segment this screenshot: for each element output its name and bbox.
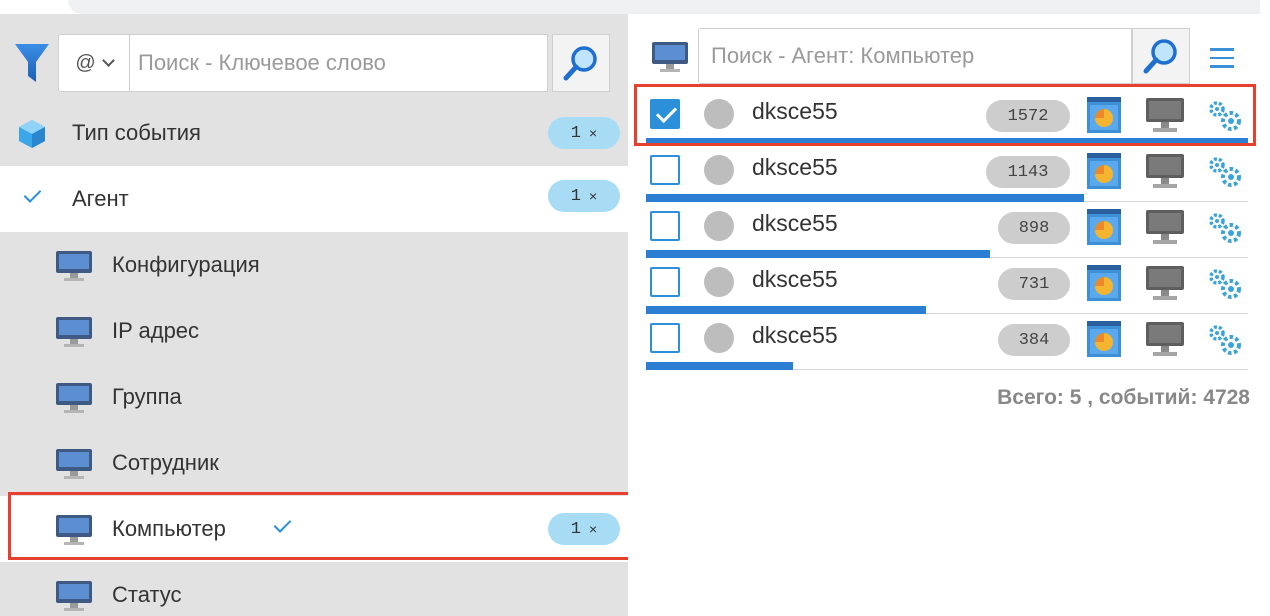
computer-icon[interactable]	[1144, 264, 1186, 304]
agent-search-bar	[628, 14, 1260, 86]
agent-name: dksce55	[752, 154, 838, 180]
monitor-icon	[652, 42, 688, 72]
highlight-box-computer	[8, 492, 632, 560]
event-share-bar	[646, 250, 990, 258]
highlight-box-agent	[634, 84, 1256, 146]
filter-agent[interactable]: Агент 1 ×	[0, 166, 628, 232]
agent-row[interactable]: dksce55 384	[646, 314, 1248, 370]
filter-label: IP адрес	[112, 318, 200, 343]
filter-event-type[interactable]: Тип события 1 ×	[0, 100, 628, 166]
agent-name: dksce55	[752, 322, 838, 348]
cube-icon	[19, 120, 45, 148]
agent-row[interactable]: dksce55 1143	[646, 146, 1248, 202]
monitor-icon	[56, 581, 92, 611]
report-icon[interactable]	[1086, 152, 1122, 190]
agent-name: dksce55	[752, 210, 838, 236]
hamburger-menu-icon[interactable]	[1210, 48, 1234, 68]
top-strip	[68, 0, 1260, 14]
monitor-icon	[56, 317, 92, 347]
settings-gears-icon[interactable]	[1206, 268, 1244, 300]
event-count-badge: 1143	[986, 156, 1070, 188]
agent-row[interactable]: dksce55 731	[646, 258, 1248, 314]
status-dot-icon	[704, 323, 734, 353]
status-dot-icon	[704, 267, 734, 297]
computer-icon[interactable]	[1144, 152, 1186, 192]
search-icon	[1143, 39, 1177, 74]
agent-name: dksce55	[752, 266, 838, 292]
report-icon[interactable]	[1086, 264, 1122, 302]
settings-gears-icon[interactable]	[1206, 212, 1244, 244]
event-count-badge: 898	[998, 212, 1070, 244]
filter-sub-employee[interactable]: Сотрудник	[0, 430, 628, 496]
filter-label: Статус	[112, 582, 182, 607]
filter-label: Агент	[72, 186, 129, 211]
agent-checkbox[interactable]	[650, 155, 680, 185]
status-dot-icon	[704, 211, 734, 241]
event-share-bar	[646, 194, 1084, 202]
agent-checkbox[interactable]	[650, 267, 680, 297]
agent-search-input[interactable]	[698, 28, 1132, 84]
status-dot-icon	[704, 155, 734, 185]
badge-count: 1	[570, 186, 581, 206]
event-share-bar	[646, 306, 926, 314]
funnel-icon[interactable]	[14, 42, 50, 86]
close-icon[interactable]: ×	[589, 188, 597, 204]
filter-label: Тип события	[72, 120, 201, 145]
computer-icon[interactable]	[1144, 320, 1186, 360]
filter-search-bar: @	[0, 14, 628, 100]
event-count-badge: 731	[998, 268, 1070, 300]
report-icon[interactable]	[1086, 208, 1122, 246]
chevron-down-icon	[101, 53, 115, 67]
agent-search-button[interactable]	[1132, 28, 1190, 84]
keyword-search-button[interactable]	[552, 34, 610, 92]
search-mode-value: @	[75, 51, 96, 74]
agent-checkbox[interactable]	[650, 211, 680, 241]
event-count-badge: 384	[998, 324, 1070, 356]
monitor-icon	[56, 251, 92, 281]
agent-row[interactable]: dksce55 898	[646, 202, 1248, 258]
filter-count-badge[interactable]: 1 ×	[548, 180, 620, 212]
event-share-bar	[646, 362, 793, 370]
settings-gears-icon[interactable]	[1206, 156, 1244, 188]
results-panel: dksce551572dksce551143dksce55898dksce557…	[628, 14, 1260, 616]
report-icon[interactable]	[1086, 320, 1122, 358]
keyword-search-input[interactable]	[130, 34, 548, 92]
filter-label: Сотрудник	[112, 450, 219, 475]
filter-sub-status[interactable]: Статус	[0, 562, 628, 616]
total-summary: Всего: 5 , событий: 4728	[997, 386, 1250, 409]
filter-count-badge[interactable]: 1 ×	[548, 117, 620, 149]
filter-sub-group[interactable]: Группа	[0, 364, 628, 430]
filter-sub-ip-address[interactable]: IP адрес	[0, 298, 628, 364]
check-icon	[23, 185, 42, 203]
close-icon[interactable]: ×	[589, 125, 597, 141]
filter-panel: @ Тип события 1 × Агент 1 ×	[0, 14, 632, 616]
monitor-icon	[56, 449, 92, 479]
search-mode-select[interactable]: @	[58, 34, 130, 92]
monitor-icon	[56, 383, 92, 413]
filter-label: Группа	[112, 384, 182, 409]
computer-icon[interactable]	[1144, 208, 1186, 248]
filter-sub-configuration[interactable]: Конфигурация	[0, 232, 628, 298]
settings-gears-icon[interactable]	[1206, 324, 1244, 356]
filter-label: Конфигурация	[112, 252, 260, 277]
agent-checkbox[interactable]	[650, 323, 680, 353]
search-icon	[563, 46, 597, 81]
badge-count: 1	[570, 123, 581, 143]
